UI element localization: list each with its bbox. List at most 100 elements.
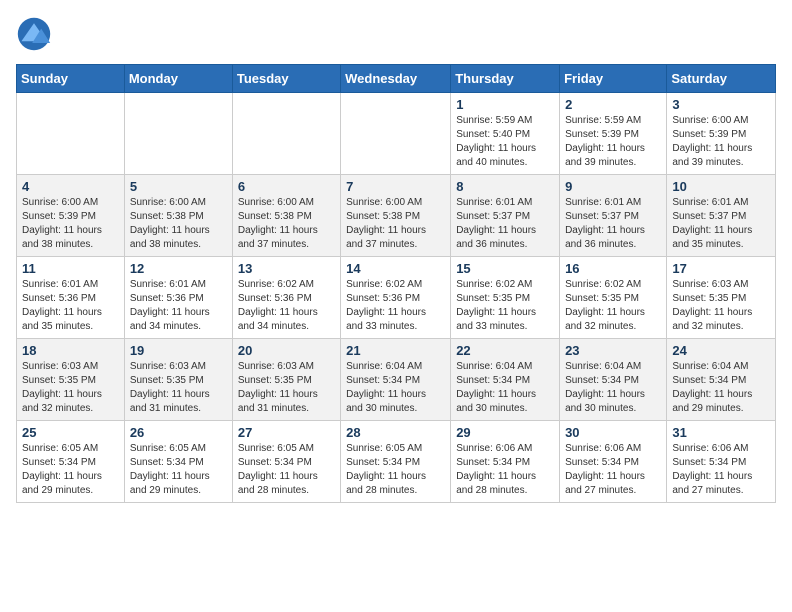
day-cell: 12 Sunrise: 6:01 AM Sunset: 5:36 PM Dayli… (124, 257, 232, 339)
day-info: Sunrise: 6:00 AM Sunset: 5:39 PM Dayligh… (22, 196, 119, 252)
day-number: 18 (22, 343, 119, 358)
day-number: 29 (456, 425, 554, 440)
day-cell: 26 Sunrise: 6:05 AM Sunset: 5:34 PM Dayli… (124, 421, 232, 503)
day-number: 5 (130, 179, 227, 194)
day-number: 11 (22, 261, 119, 276)
logo (16, 16, 56, 52)
day-cell: 10 Sunrise: 6:01 AM Sunset: 5:37 PM Dayli… (667, 175, 776, 257)
day-info: Sunrise: 6:02 AM Sunset: 5:35 PM Dayligh… (565, 278, 661, 334)
day-info: Sunrise: 6:01 AM Sunset: 5:37 PM Dayligh… (456, 196, 554, 252)
day-info: Sunrise: 6:00 AM Sunset: 5:38 PM Dayligh… (238, 196, 335, 252)
day-info: Sunrise: 6:05 AM Sunset: 5:34 PM Dayligh… (346, 442, 445, 498)
day-info: Sunrise: 6:05 AM Sunset: 5:34 PM Dayligh… (22, 442, 119, 498)
day-info: Sunrise: 6:01 AM Sunset: 5:37 PM Dayligh… (672, 196, 770, 252)
week-row-5: 25 Sunrise: 6:05 AM Sunset: 5:34 PM Dayli… (17, 421, 776, 503)
day-cell: 6 Sunrise: 6:00 AM Sunset: 5:38 PM Daylig… (232, 175, 340, 257)
day-info: Sunrise: 6:00 AM Sunset: 5:38 PM Dayligh… (130, 196, 227, 252)
day-info: Sunrise: 6:05 AM Sunset: 5:34 PM Dayligh… (238, 442, 335, 498)
day-header-thursday: Thursday (451, 65, 560, 93)
day-cell: 1 Sunrise: 5:59 AM Sunset: 5:40 PM Daylig… (451, 93, 560, 175)
day-number: 27 (238, 425, 335, 440)
day-info: Sunrise: 6:03 AM Sunset: 5:35 PM Dayligh… (672, 278, 770, 334)
day-cell: 17 Sunrise: 6:03 AM Sunset: 5:35 PM Dayli… (667, 257, 776, 339)
day-info: Sunrise: 6:06 AM Sunset: 5:34 PM Dayligh… (565, 442, 661, 498)
day-cell: 4 Sunrise: 6:00 AM Sunset: 5:39 PM Daylig… (17, 175, 125, 257)
week-row-4: 18 Sunrise: 6:03 AM Sunset: 5:35 PM Dayli… (17, 339, 776, 421)
day-info: Sunrise: 6:04 AM Sunset: 5:34 PM Dayligh… (346, 360, 445, 416)
day-number: 2 (565, 97, 661, 112)
day-info: Sunrise: 6:00 AM Sunset: 5:39 PM Dayligh… (672, 114, 770, 170)
day-number: 25 (22, 425, 119, 440)
day-info: Sunrise: 6:02 AM Sunset: 5:36 PM Dayligh… (238, 278, 335, 334)
day-info: Sunrise: 6:03 AM Sunset: 5:35 PM Dayligh… (238, 360, 335, 416)
day-number: 23 (565, 343, 661, 358)
day-cell: 22Sunrise: 6:04 AM Sunset: 5:34 PM Dayli… (451, 339, 560, 421)
day-info: Sunrise: 6:03 AM Sunset: 5:35 PM Dayligh… (22, 360, 119, 416)
day-number: 30 (565, 425, 661, 440)
day-number: 26 (130, 425, 227, 440)
day-cell: 13 Sunrise: 6:02 AM Sunset: 5:36 PM Dayli… (232, 257, 340, 339)
day-number: 19 (130, 343, 227, 358)
week-row-3: 11 Sunrise: 6:01 AM Sunset: 5:36 PM Dayli… (17, 257, 776, 339)
day-info: Sunrise: 5:59 AM Sunset: 5:40 PM Dayligh… (456, 114, 554, 170)
day-info: Sunrise: 6:05 AM Sunset: 5:34 PM Dayligh… (130, 442, 227, 498)
day-number: 12 (130, 261, 227, 276)
logo-icon (16, 16, 52, 52)
day-cell: 31 Sunrise: 6:06 AM Sunset: 5:34 PM Dayli… (667, 421, 776, 503)
day-header-saturday: Saturday (667, 65, 776, 93)
day-cell: 18 Sunrise: 6:03 AM Sunset: 5:35 PM Dayli… (17, 339, 125, 421)
day-cell: 27 Sunrise: 6:05 AM Sunset: 5:34 PM Dayli… (232, 421, 340, 503)
day-cell: 28 Sunrise: 6:05 AM Sunset: 5:34 PM Dayli… (341, 421, 451, 503)
day-cell: 20Sunrise: 6:03 AM Sunset: 5:35 PM Dayli… (232, 339, 340, 421)
day-cell: 11 Sunrise: 6:01 AM Sunset: 5:36 PM Dayli… (17, 257, 125, 339)
day-header-monday: Monday (124, 65, 232, 93)
week-row-1: 1 Sunrise: 5:59 AM Sunset: 5:40 PM Daylig… (17, 93, 776, 175)
day-number: 4 (22, 179, 119, 194)
day-info: Sunrise: 6:01 AM Sunset: 5:36 PM Dayligh… (130, 278, 227, 334)
day-cell: 30 Sunrise: 6:06 AM Sunset: 5:34 PM Dayli… (560, 421, 667, 503)
day-cell: 14 Sunrise: 6:02 AM Sunset: 5:36 PM Dayli… (341, 257, 451, 339)
day-number: 10 (672, 179, 770, 194)
day-cell: 15 Sunrise: 6:02 AM Sunset: 5:35 PM Dayli… (451, 257, 560, 339)
day-number: 8 (456, 179, 554, 194)
day-number: 15 (456, 261, 554, 276)
page-header (16, 16, 776, 52)
day-cell (341, 93, 451, 175)
day-number: 13 (238, 261, 335, 276)
day-cell (124, 93, 232, 175)
day-number: 17 (672, 261, 770, 276)
day-info: Sunrise: 6:04 AM Sunset: 5:34 PM Dayligh… (565, 360, 661, 416)
day-cell: 2 Sunrise: 5:59 AM Sunset: 5:39 PM Daylig… (560, 93, 667, 175)
day-number: 7 (346, 179, 445, 194)
day-info: Sunrise: 6:06 AM Sunset: 5:34 PM Dayligh… (456, 442, 554, 498)
header-row: SundayMondayTuesdayWednesdayThursdayFrid… (17, 65, 776, 93)
day-cell: 3 Sunrise: 6:00 AM Sunset: 5:39 PM Daylig… (667, 93, 776, 175)
day-number: 21 (346, 343, 445, 358)
day-number: 28 (346, 425, 445, 440)
day-number: 3 (672, 97, 770, 112)
day-cell: 19 Sunrise: 6:03 AM Sunset: 5:35 PM Dayli… (124, 339, 232, 421)
calendar-table: SundayMondayTuesdayWednesdayThursdayFrid… (16, 64, 776, 503)
day-info: Sunrise: 6:01 AM Sunset: 5:37 PM Dayligh… (565, 196, 661, 252)
day-cell (232, 93, 340, 175)
day-number: 14 (346, 261, 445, 276)
day-cell: 23 Sunrise: 6:04 AM Sunset: 5:34 PM Dayli… (560, 339, 667, 421)
day-header-friday: Friday (560, 65, 667, 93)
day-info: Sunrise: 5:59 AM Sunset: 5:39 PM Dayligh… (565, 114, 661, 170)
day-cell: 5 Sunrise: 6:00 AM Sunset: 5:38 PM Daylig… (124, 175, 232, 257)
day-header-sunday: Sunday (17, 65, 125, 93)
day-number: 1 (456, 97, 554, 112)
day-header-tuesday: Tuesday (232, 65, 340, 93)
day-info: Sunrise: 6:02 AM Sunset: 5:36 PM Dayligh… (346, 278, 445, 334)
day-cell: 7Sunrise: 6:00 AM Sunset: 5:38 PM Daylig… (341, 175, 451, 257)
day-header-wednesday: Wednesday (341, 65, 451, 93)
day-number: 6 (238, 179, 335, 194)
day-cell: 24Sunrise: 6:04 AM Sunset: 5:34 PM Dayli… (667, 339, 776, 421)
day-info: Sunrise: 6:01 AM Sunset: 5:36 PM Dayligh… (22, 278, 119, 334)
day-info: Sunrise: 6:02 AM Sunset: 5:35 PM Dayligh… (456, 278, 554, 334)
day-number: 31 (672, 425, 770, 440)
day-cell: 16Sunrise: 6:02 AM Sunset: 5:35 PM Dayli… (560, 257, 667, 339)
day-info: Sunrise: 6:03 AM Sunset: 5:35 PM Dayligh… (130, 360, 227, 416)
day-info: Sunrise: 6:04 AM Sunset: 5:34 PM Dayligh… (456, 360, 554, 416)
day-info: Sunrise: 6:06 AM Sunset: 5:34 PM Dayligh… (672, 442, 770, 498)
